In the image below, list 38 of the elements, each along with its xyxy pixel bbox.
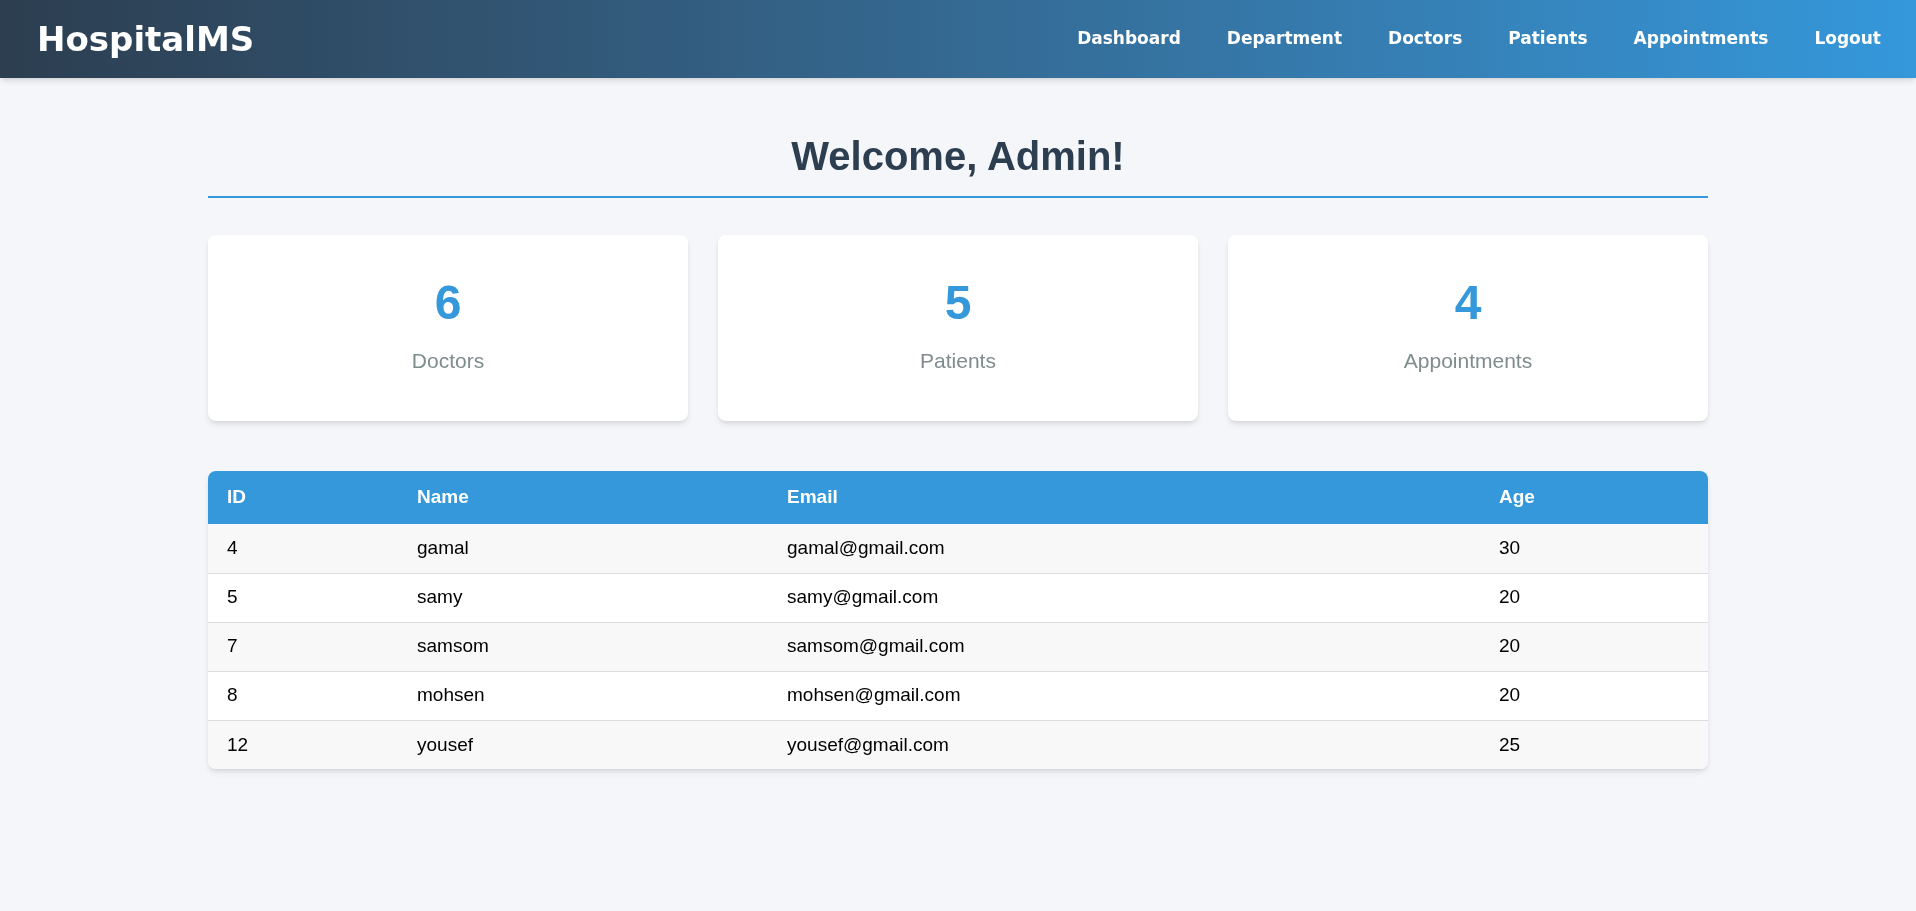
- column-header: Name: [398, 471, 768, 524]
- table-cell: samy@gmail.com: [768, 573, 1480, 622]
- table-cell: samsom@gmail.com: [768, 622, 1480, 671]
- nav-link[interactable]: Department: [1226, 26, 1343, 52]
- table-cell: 30: [1480, 524, 1708, 573]
- brand-logo[interactable]: HospitalMS: [37, 13, 255, 65]
- column-header: Age: [1480, 471, 1708, 524]
- table-cell: mohsen@gmail.com: [768, 671, 1480, 720]
- nav-link[interactable]: Patients: [1508, 26, 1588, 52]
- nav-link[interactable]: Appointments: [1633, 26, 1769, 52]
- stat-label: Appointments: [1403, 348, 1533, 375]
- table-cell: 4: [208, 524, 398, 573]
- table-cell: 25: [1480, 720, 1708, 769]
- table-cell: yousef@gmail.com: [768, 720, 1480, 769]
- table-cell: yousef: [398, 720, 768, 769]
- table-cell: samsom: [398, 622, 768, 671]
- table-cell: samy: [398, 573, 768, 622]
- table-cell: gamal@gmail.com: [768, 524, 1480, 573]
- column-header: Email: [768, 471, 1480, 524]
- stat-value: 6: [434, 279, 462, 328]
- table-cell: 8: [208, 671, 398, 720]
- column-header: ID: [208, 471, 398, 524]
- table-cell: 20: [1480, 573, 1708, 622]
- nav-link[interactable]: Doctors: [1388, 26, 1463, 52]
- table-cell: gamal: [398, 524, 768, 573]
- table-cell: 20: [1480, 622, 1708, 671]
- table-cell: mohsen: [398, 671, 768, 720]
- table-cell: 7: [208, 622, 398, 671]
- nav-link[interactable]: Logout: [1814, 26, 1881, 52]
- stat-label: Patients: [920, 348, 996, 375]
- stat-label: Doctors: [411, 348, 485, 375]
- page-heading: Welcome, Admin!: [208, 126, 1708, 198]
- nav-link[interactable]: Dashboard: [1077, 26, 1181, 52]
- stat-value: 4: [1454, 279, 1482, 328]
- stat-value: 5: [944, 279, 972, 328]
- table-cell: 20: [1480, 671, 1708, 720]
- table-cell: 12: [208, 720, 398, 769]
- table-cell: 5: [208, 573, 398, 622]
